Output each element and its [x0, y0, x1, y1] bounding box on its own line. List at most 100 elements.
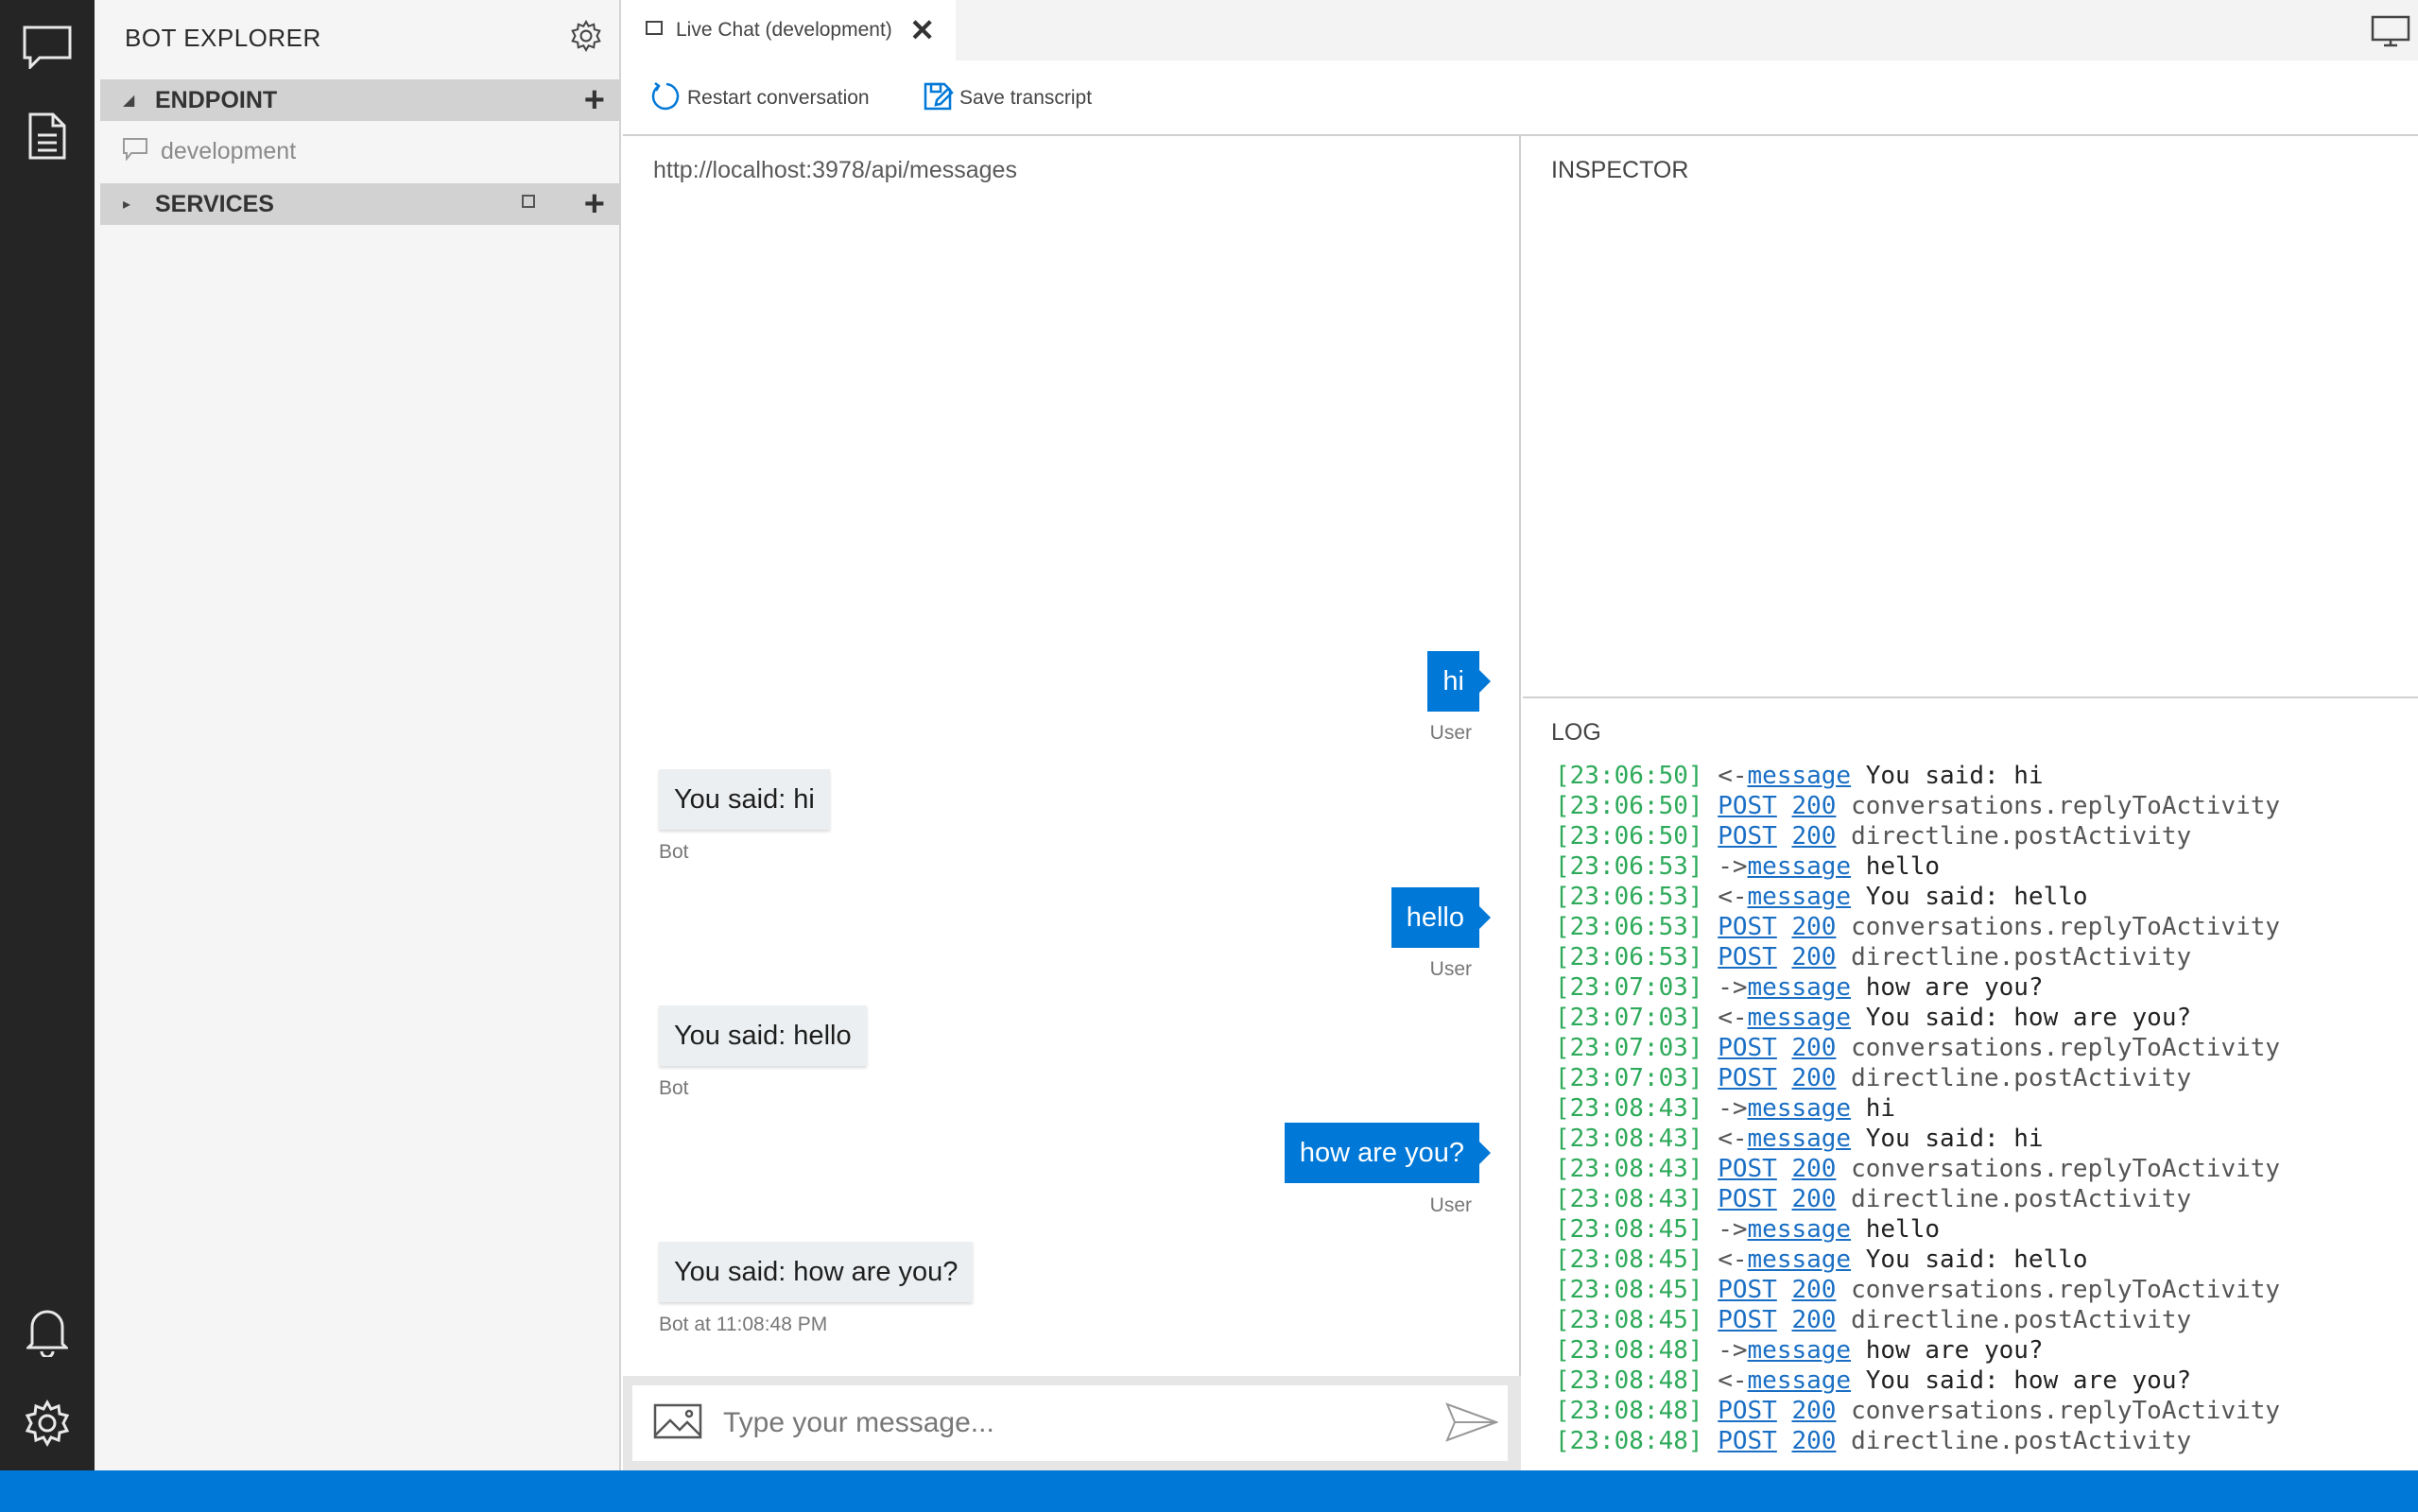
- message-timestamp: Bot at 11:08:48 PM: [659, 1314, 828, 1335]
- log-kind-link[interactable]: message: [1748, 973, 1852, 1002]
- services-label: SERVICES: [155, 190, 274, 217]
- log-text: conversations.replyToActivity: [1851, 1155, 2281, 1183]
- log-text: directline.postActivity: [1851, 1306, 2192, 1334]
- log-kind-link[interactable]: message: [1748, 1246, 1852, 1274]
- log-direction: ->: [1718, 1215, 1748, 1244]
- log-status-link[interactable]: 200: [1791, 913, 1836, 941]
- log-timestamp: [23:06:50]: [1555, 762, 1703, 790]
- tab-label: Live Chat (development): [676, 19, 892, 41]
- log-status-link[interactable]: 200: [1791, 1276, 1836, 1304]
- services-view-icon[interactable]: [522, 195, 535, 208]
- chat-icon[interactable]: [0, 0, 95, 94]
- log-entry: [23:08:43] <-message You said: hi: [1555, 1124, 2280, 1154]
- services-section-header[interactable]: ▸ SERVICES +: [100, 183, 620, 225]
- log-kind-link[interactable]: POST: [1718, 943, 1777, 971]
- log-text: conversations.replyToActivity: [1851, 1034, 2281, 1062]
- restart-conversation-button[interactable]: Restart conversation: [651, 79, 870, 117]
- gear-icon[interactable]: [0, 1376, 95, 1470]
- log-entry: [23:06:50] <-message You said: hi: [1555, 761, 2280, 791]
- send-icon[interactable]: [1445, 1402, 1499, 1447]
- log-timestamp: [23:07:03]: [1555, 1064, 1703, 1092]
- endpoint-section-header[interactable]: ◢ ENDPOINT +: [100, 79, 620, 121]
- log-kind-link[interactable]: POST: [1718, 792, 1777, 820]
- bot-message[interactable]: You said: hello: [659, 1005, 867, 1066]
- user-message[interactable]: how are you?: [1284, 1123, 1492, 1183]
- log-timestamp: [23:06:50]: [1555, 792, 1703, 820]
- log-kind-link[interactable]: message: [1748, 852, 1852, 881]
- log-text: directline.postActivity: [1851, 822, 2192, 850]
- log-kind-link[interactable]: POST: [1718, 913, 1777, 941]
- log-text: directline.postActivity: [1851, 1185, 2192, 1213]
- log-kind-link[interactable]: POST: [1718, 1064, 1777, 1092]
- tab-live-chat[interactable]: Live Chat (development) ✕: [623, 0, 956, 60]
- settings-icon[interactable]: [570, 19, 602, 57]
- explorer-title: BOT EXPLORER: [125, 23, 321, 52]
- bot-message[interactable]: You said: how are you?: [659, 1242, 974, 1302]
- image-upload-icon[interactable]: [653, 1403, 702, 1444]
- log-kind-link[interactable]: POST: [1718, 1306, 1777, 1334]
- user-message[interactable]: hello: [1390, 887, 1492, 948]
- log-kind-link[interactable]: message: [1748, 1004, 1852, 1032]
- log-direction: ->: [1718, 1336, 1748, 1365]
- log-status-link[interactable]: 200: [1791, 1306, 1836, 1334]
- log-kind-link[interactable]: POST: [1718, 822, 1777, 850]
- endpoint-item-development[interactable]: development: [123, 132, 296, 170]
- add-service-button[interactable]: +: [584, 185, 605, 223]
- log-direction: ->: [1718, 852, 1748, 881]
- add-endpoint-button[interactable]: +: [584, 81, 605, 119]
- log-entry: [23:08:45] POST 200 conversations.replyT…: [1555, 1275, 2280, 1305]
- log-entry: [23:08:48] POST 200 directline.postActiv…: [1555, 1426, 2280, 1456]
- log-timestamp: [23:08:43]: [1555, 1185, 1703, 1213]
- log-timestamp: [23:08:48]: [1555, 1397, 1703, 1425]
- log-kind-link[interactable]: message: [1748, 1215, 1852, 1244]
- log-entry: [23:08:45] <-message You said: hello: [1555, 1245, 2280, 1275]
- log-status-link[interactable]: 200: [1791, 1185, 1836, 1213]
- composer-area: [623, 1376, 1521, 1470]
- log-text: how are you?: [1865, 1336, 2044, 1365]
- message-sender: Bot: [659, 841, 689, 863]
- message-input[interactable]: [723, 1407, 1385, 1439]
- bell-icon[interactable]: [0, 1285, 95, 1380]
- log-status-link[interactable]: 200: [1791, 1155, 1836, 1183]
- bot-message[interactable]: You said: hi: [659, 769, 830, 830]
- log-entry: [23:08:48] <-message You said: how are y…: [1555, 1366, 2280, 1396]
- log-panel: LOG [23:06:50] <-message You said: hi [23…: [1523, 700, 2418, 1470]
- log-text: hello: [1865, 1215, 1941, 1244]
- log-kind-link[interactable]: message: [1748, 1094, 1852, 1123]
- log-status-link[interactable]: 200: [1791, 792, 1836, 820]
- log-timestamp: [23:07:03]: [1555, 1034, 1703, 1062]
- log-text: hello: [1865, 852, 1941, 881]
- log-kind-link[interactable]: message: [1748, 883, 1852, 911]
- log-kind-link[interactable]: message: [1748, 1366, 1852, 1395]
- close-icon[interactable]: ✕: [909, 12, 935, 48]
- log-status-link[interactable]: 200: [1791, 1064, 1836, 1092]
- log-status-link[interactable]: 200: [1791, 822, 1836, 850]
- log-kind-link[interactable]: POST: [1718, 1034, 1777, 1062]
- log-kind-link[interactable]: POST: [1718, 1397, 1777, 1425]
- log-text: hi: [1865, 1094, 1896, 1123]
- log-kind-link[interactable]: POST: [1718, 1185, 1777, 1213]
- inspector-title: INSPECTOR: [1551, 157, 1689, 183]
- log-kind-link[interactable]: message: [1748, 1336, 1852, 1365]
- log-status-link[interactable]: 200: [1791, 1034, 1836, 1062]
- log-entry: [23:08:48] ->message how are you?: [1555, 1335, 2280, 1366]
- log-status-link[interactable]: 200: [1791, 1397, 1836, 1425]
- log-status-link[interactable]: 200: [1791, 1427, 1836, 1455]
- user-message[interactable]: hi: [1427, 651, 1491, 712]
- log-text: You said: hello: [1865, 883, 2088, 911]
- log-kind-link[interactable]: message: [1748, 762, 1852, 790]
- log-entry: [23:06:50] POST 200 directline.postActiv…: [1555, 821, 2280, 851]
- log-direction: ->: [1718, 1094, 1748, 1123]
- log-kind-link[interactable]: message: [1748, 1125, 1852, 1153]
- log-timestamp: [23:08:45]: [1555, 1246, 1703, 1274]
- monitor-icon[interactable]: [2371, 15, 2410, 52]
- log-status-link[interactable]: 200: [1791, 943, 1836, 971]
- log-entry: [23:08:45] POST 200 directline.postActiv…: [1555, 1305, 2280, 1335]
- log-kind-link[interactable]: POST: [1718, 1155, 1777, 1183]
- log-text: conversations.replyToActivity: [1851, 1276, 2281, 1304]
- log-kind-link[interactable]: POST: [1718, 1427, 1777, 1455]
- document-icon[interactable]: [0, 89, 95, 183]
- activity-bar: [0, 0, 95, 1470]
- save-transcript-button[interactable]: Save transcript: [924, 79, 1092, 117]
- log-kind-link[interactable]: POST: [1718, 1276, 1777, 1304]
